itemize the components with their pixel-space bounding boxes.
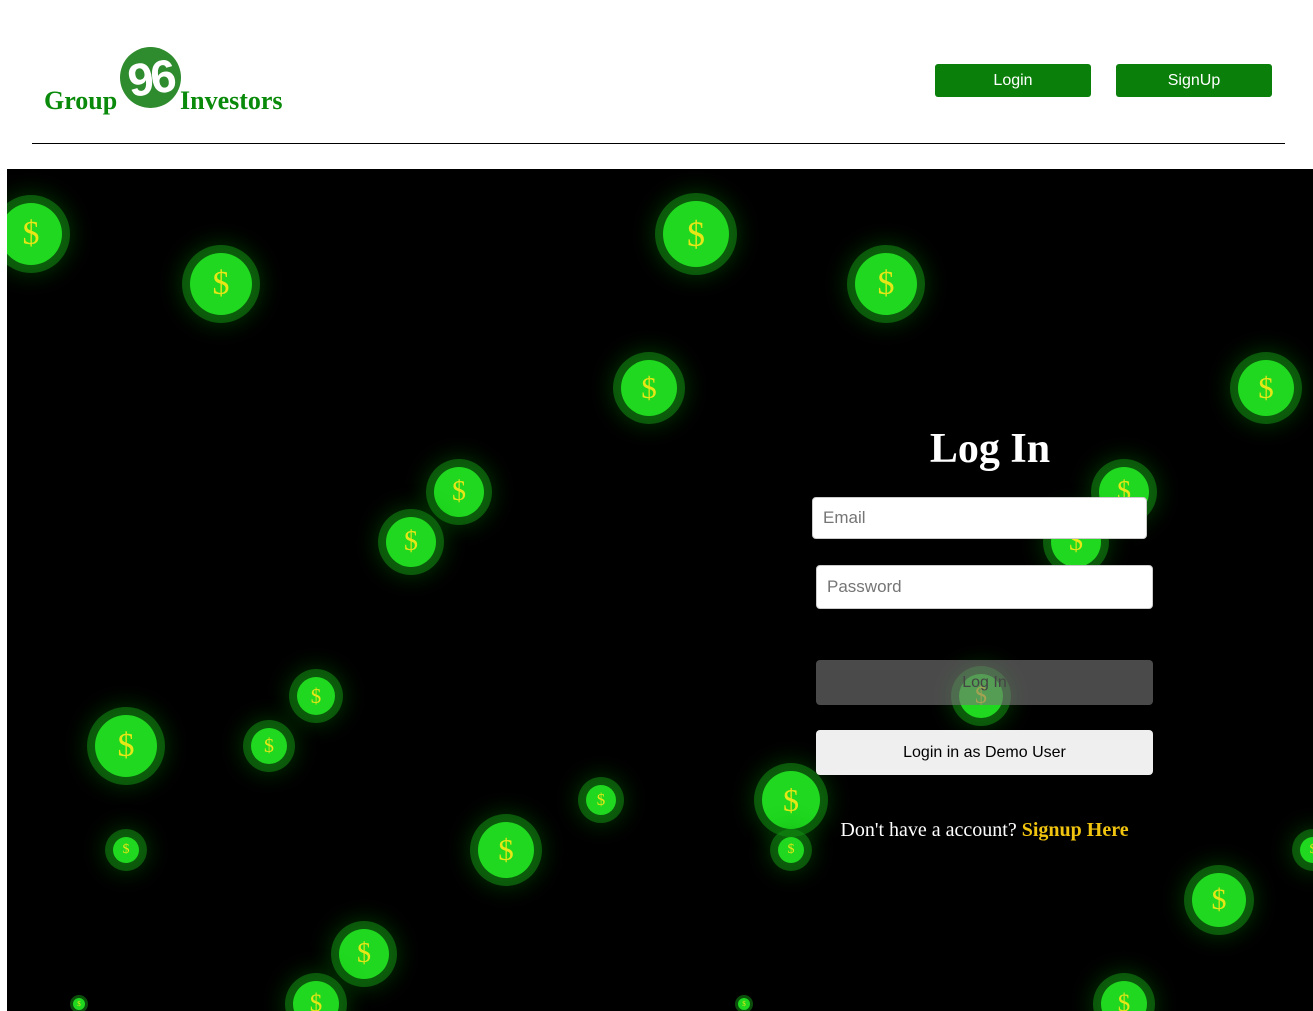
demo-login-button[interactable]: Login in as Demo User	[816, 730, 1153, 775]
logo-badge-number: 96	[124, 49, 177, 107]
dollar-coin-icon: $	[1192, 873, 1246, 927]
dollar-coin-icon: $	[778, 837, 804, 863]
dollar-coin-icon: $	[251, 728, 287, 764]
logo-text-left: Group	[44, 86, 118, 115]
dollar-coin-icon: $	[621, 360, 677, 416]
dollar-coin-icon: $	[73, 998, 85, 1010]
dollar-coin-icon: $	[7, 203, 62, 265]
dollar-coin-icon: $	[386, 517, 436, 567]
dollar-coin-icon: $	[297, 677, 335, 715]
dollar-coin-icon: $	[293, 981, 339, 1011]
logo-text-right: Investors	[180, 86, 283, 115]
dollar-coin-icon: $	[434, 467, 484, 517]
dollar-coin-icon: $	[663, 201, 729, 267]
animated-background: $$$$$$$$$$$$$$$$$$$$$$$$$$ Log In Log In…	[7, 169, 1313, 1011]
dollar-coin-icon: $	[762, 771, 820, 829]
dollar-coin-icon: $	[855, 253, 917, 315]
dollar-coin-icon: $	[586, 785, 616, 815]
signup-link[interactable]: Signup Here	[1022, 819, 1129, 841]
signup-prompt-line: Don't have a account? Signup Here	[816, 819, 1153, 842]
dollar-coin-icon: $	[1238, 360, 1294, 416]
header-signup-button[interactable]: SignUp	[1116, 64, 1272, 97]
dollar-coin-icon: $	[95, 715, 157, 777]
login-title: Log In	[929, 426, 1051, 472]
logo-badge: 96	[120, 47, 181, 108]
dollar-coin-icon: $	[113, 837, 139, 863]
email-input[interactable]	[812, 497, 1147, 539]
dollar-coin-icon: $	[738, 998, 750, 1010]
signup-prompt: Don't have a account?	[840, 819, 1017, 841]
login-submit-button[interactable]: Log In	[816, 660, 1153, 705]
header-divider	[32, 143, 1285, 144]
dollar-coin-icon: $	[478, 822, 534, 878]
password-input[interactable]	[816, 565, 1153, 609]
dollar-coin-icon: $	[190, 253, 252, 315]
dollar-coin-icon: $	[339, 929, 389, 979]
site-header: Group 96 Investors Login SignUp	[0, 0, 1313, 169]
logo[interactable]: Group 96 Investors	[44, 46, 304, 116]
dollar-coin-icon: $	[1101, 981, 1147, 1011]
header-login-button[interactable]: Login	[935, 64, 1091, 97]
dollar-coin-icon: $	[1300, 837, 1313, 863]
